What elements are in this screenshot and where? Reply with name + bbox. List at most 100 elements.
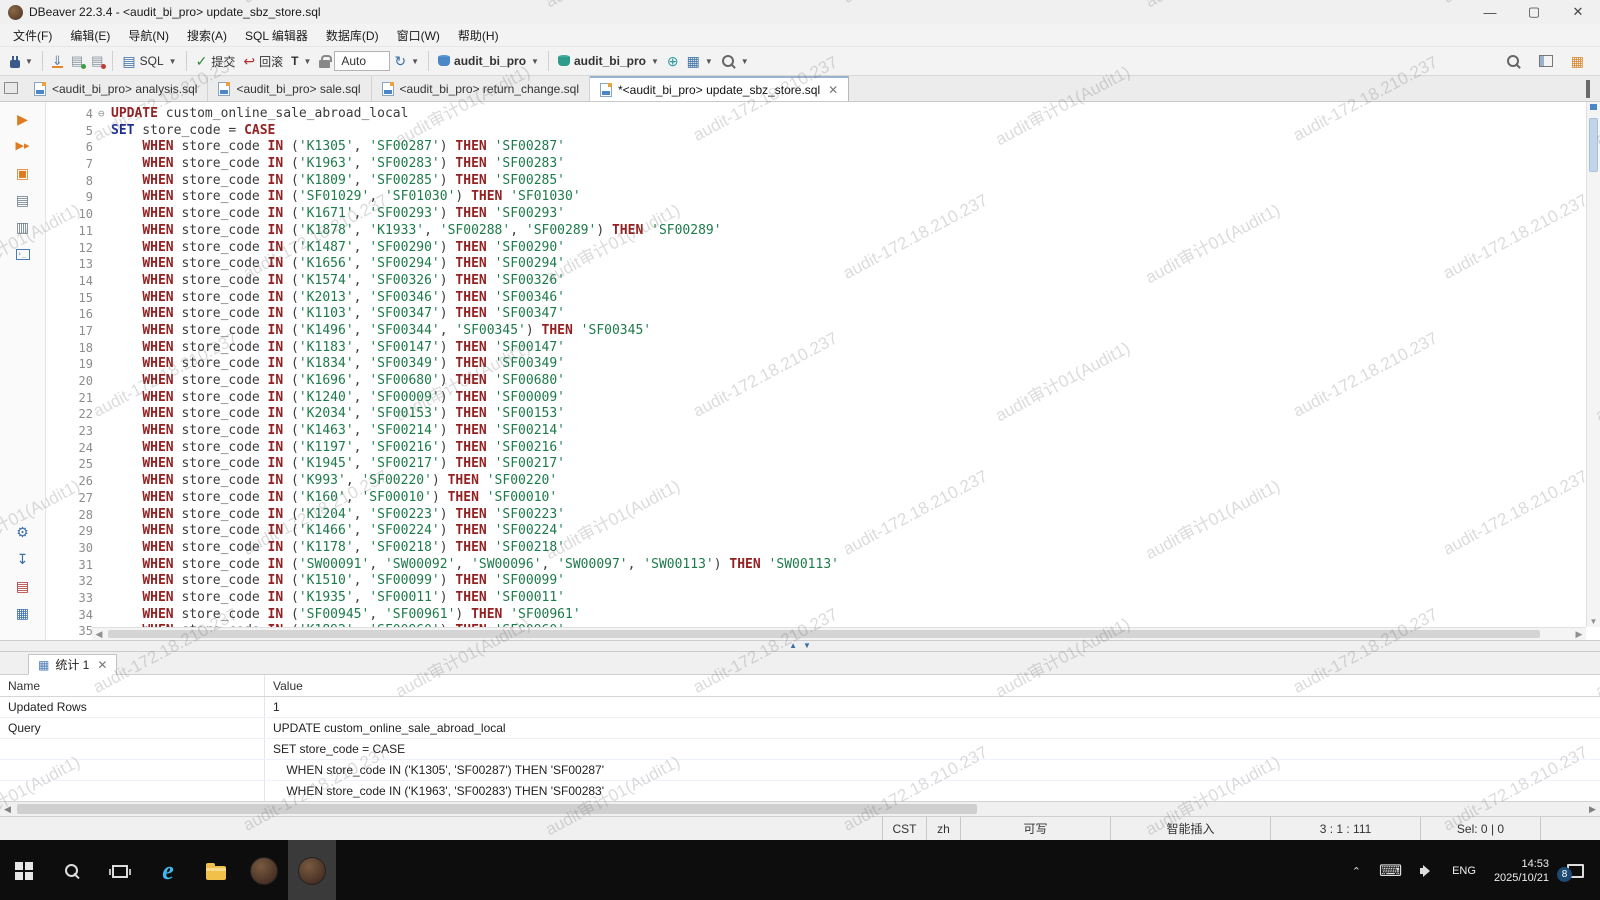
open-grid-button[interactable]: ▦	[14, 604, 32, 622]
statement-log-button[interactable]: ▥	[14, 218, 32, 236]
vertical-scrollbar[interactable]: ▲ ▼	[1586, 102, 1600, 627]
code-line[interactable]: 16 WHEN store_code IN ('K1103', 'SF00347…	[46, 306, 1600, 323]
code-line[interactable]: 28 WHEN store_code IN ('K1204', 'SF00223…	[46, 507, 1600, 524]
table-row[interactable]: WHEN store_code IN ('K1963', 'SF00283') …	[0, 781, 1600, 801]
rollback-button[interactable]: ↩回滚	[239, 50, 287, 73]
taskbar-search-button[interactable]	[48, 840, 96, 900]
editor-list-button[interactable]	[0, 76, 24, 101]
code-line[interactable]: 9 WHEN store_code IN ('SF01029', 'SF0103…	[46, 189, 1600, 206]
code-line[interactable]: 33 WHEN store_code IN ('K1935', 'SF00011…	[46, 590, 1600, 607]
code-line[interactable]: 25 WHEN store_code IN ('K1945', 'SF00217…	[46, 456, 1600, 473]
execute-statement-button[interactable]: ▶	[14, 110, 32, 128]
save-button[interactable]: ⇓	[48, 52, 67, 71]
editor-tab[interactable]: <audit_bi_pro> sale.sql	[208, 76, 371, 101]
pinned-app-button[interactable]	[240, 840, 288, 900]
code-line[interactable]: 13 WHEN store_code IN ('K1656', 'SF00294…	[46, 256, 1600, 273]
close-button[interactable]: ✕	[1556, 0, 1600, 24]
internet-explorer-button[interactable]: e	[144, 840, 192, 900]
column-header-name[interactable]: Name	[0, 675, 265, 696]
menu-item[interactable]: 编辑(E)	[61, 24, 119, 47]
quick-access-search-button[interactable]	[1502, 51, 1525, 72]
code-line[interactable]: 22 WHEN store_code IN ('K2034', 'SF00153…	[46, 406, 1600, 423]
dbeaver-perspective-button[interactable]: ▦	[1567, 51, 1588, 71]
maximize-button[interactable]: ▢	[1512, 0, 1556, 24]
new-connection-button[interactable]: ▼	[6, 52, 37, 71]
code-line[interactable]: 12 WHEN store_code IN ('K1487', 'SF00290…	[46, 240, 1600, 257]
close-script-button[interactable]: ▤	[87, 50, 107, 72]
open-perspective-button[interactable]	[1535, 52, 1557, 70]
commit-mode-combo[interactable]: Auto	[334, 51, 390, 71]
code-line[interactable]: 26 WHEN store_code IN ('K993', 'SF00220'…	[46, 473, 1600, 490]
code-line[interactable]: 11 WHEN store_code IN ('K1878', 'K1933',…	[46, 223, 1600, 240]
editor-tab[interactable]: *<audit_bi_pro> update_sbz_store.sql✕	[590, 76, 849, 101]
scroll-right-icon[interactable]: ▶	[1572, 628, 1586, 640]
action-center-button[interactable]: 8	[1558, 840, 1600, 900]
code-line[interactable]: 20 WHEN store_code IN ('K1696', 'SF00680…	[46, 373, 1600, 390]
vertical-scroll-thumb[interactable]	[1589, 118, 1598, 172]
sash-up-icon[interactable]: ▲	[789, 642, 797, 650]
transaction-mode-button[interactable]: T▼	[287, 51, 315, 71]
touch-keyboard-button[interactable]: ⌨	[1370, 840, 1411, 900]
code-line[interactable]: 4⊖UPDATE custom_online_sale_abroad_local	[46, 106, 1600, 123]
menu-item[interactable]: 数据库(D)	[317, 24, 388, 47]
explain-plan-button[interactable]: ▤	[14, 191, 32, 209]
horizontal-scroll-thumb[interactable]	[108, 630, 1540, 638]
code-line[interactable]: 29 WHEN store_code IN ('K1466', 'SF00224…	[46, 523, 1600, 540]
table-row[interactable]: QueryUPDATE custom_online_sale_abroad_lo…	[0, 718, 1600, 739]
code-line[interactable]: 7 WHEN store_code IN ('K1963', 'SF00283'…	[46, 156, 1600, 173]
export-result-button[interactable]: ↧	[14, 550, 32, 568]
minimize-button[interactable]: —	[1468, 0, 1512, 24]
column-header-value[interactable]: Value	[265, 675, 303, 696]
sash-down-icon[interactable]: ▼	[803, 642, 811, 650]
start-button[interactable]	[0, 840, 48, 900]
code-line[interactable]: 8 WHEN store_code IN ('K1809', 'SF00285'…	[46, 173, 1600, 190]
fold-marker-icon[interactable]: ⊖	[96, 106, 111, 123]
status-segment[interactable]: 可写	[960, 817, 1110, 840]
sql-editor[interactable]: 4⊖UPDATE custom_online_sale_abroad_local…	[46, 102, 1600, 640]
report-button[interactable]: ▤	[14, 577, 32, 595]
refresh-button[interactable]: ↻▼	[390, 51, 423, 71]
code-line[interactable]: 6 WHEN store_code IN ('K1305', 'SF00287'…	[46, 139, 1600, 156]
table-row[interactable]: Updated Rows1	[0, 697, 1600, 718]
code-line[interactable]: 15 WHEN store_code IN ('K2013', 'SF00346…	[46, 290, 1600, 307]
status-segment[interactable]: zh	[926, 817, 960, 840]
commit-button[interactable]: ✓提交	[192, 50, 240, 73]
results-scroll-thumb[interactable]	[17, 804, 977, 814]
table-row[interactable]: WHEN store_code IN ('K1305', 'SF00287') …	[0, 760, 1600, 781]
panel-sash[interactable]: ▲ ▼	[0, 640, 1600, 652]
close-icon[interactable]: ✕	[828, 83, 838, 97]
scroll-left-icon[interactable]: ◀	[0, 802, 15, 816]
task-view-button[interactable]	[96, 840, 144, 900]
code-line[interactable]: 27 WHEN store_code IN ('K160', 'SF00010'…	[46, 490, 1600, 507]
language-indicator[interactable]: ENG	[1443, 840, 1485, 900]
code-line[interactable]: 19 WHEN store_code IN ('K1834', 'SF00349…	[46, 356, 1600, 373]
close-icon[interactable]: ✕	[97, 658, 107, 672]
menu-item[interactable]: SQL 编辑器	[236, 24, 317, 47]
code-line[interactable]: 34 WHEN store_code IN ('SF00945', 'SF009…	[46, 607, 1600, 624]
code-line[interactable]: 30 WHEN store_code IN ('K1178', 'SF00218…	[46, 540, 1600, 557]
schema-selector[interactable]: audit_bi_pro▼	[554, 51, 663, 71]
scroll-down-icon[interactable]: ▼	[1587, 617, 1600, 626]
toolbar-search-button[interactable]: ▼	[717, 51, 753, 72]
file-explorer-button[interactable]	[192, 840, 240, 900]
status-segment[interactable]: Sel: 0 | 0	[1420, 817, 1540, 840]
hidden-icons-button[interactable]: ⌃	[1343, 840, 1370, 900]
editor-settings-button[interactable]: ⚙	[14, 523, 32, 541]
execute-script-button[interactable]: ▶▸	[14, 137, 32, 155]
code-line[interactable]: 21 WHEN store_code IN ('K1240', 'SF00009…	[46, 390, 1600, 407]
network-button[interactable]: ⊕	[663, 51, 683, 71]
database-selector[interactable]: audit_bi_pro▼	[434, 51, 543, 71]
code-line[interactable]: 10 WHEN store_code IN ('K1671', 'SF00293…	[46, 206, 1600, 223]
transaction-lock-button[interactable]	[315, 51, 334, 71]
horizontal-scrollbar[interactable]: ◀ ▶	[92, 627, 1586, 640]
status-segment[interactable]: 3 : 1 : 111	[1270, 817, 1420, 840]
menu-item[interactable]: 帮助(H)	[449, 24, 508, 47]
code-line[interactable]: 14 WHEN store_code IN ('K1574', 'SF00326…	[46, 273, 1600, 290]
editor-tab[interactable]: <audit_bi_pro> analysis.sql	[24, 76, 208, 101]
scroll-left-icon[interactable]: ◀	[92, 628, 106, 640]
code-line[interactable]: 31 WHEN store_code IN ('SW00091', 'SW000…	[46, 557, 1600, 574]
save-as-button[interactable]: ▤	[67, 50, 87, 72]
code-line[interactable]: 5SET store_code = CASE	[46, 123, 1600, 140]
menu-item[interactable]: 窗口(W)	[388, 24, 449, 47]
code-line[interactable]: 24 WHEN store_code IN ('K1197', 'SF00216…	[46, 440, 1600, 457]
